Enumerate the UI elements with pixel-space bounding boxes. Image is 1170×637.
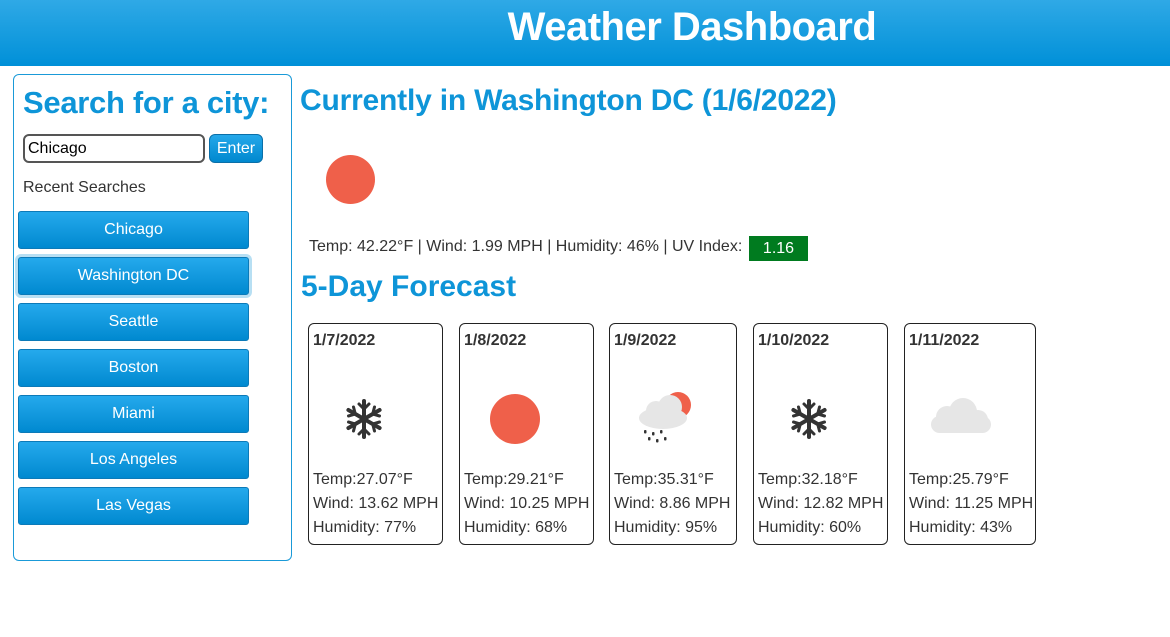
snowflake-icon (309, 390, 442, 446)
forecast-temp: Temp:25.79°F (909, 471, 1009, 488)
recent-city-miami[interactable]: Miami (18, 395, 249, 433)
forecast-date: 1/7/2022 (313, 332, 376, 349)
recent-city-boston[interactable]: Boston (18, 349, 249, 387)
forecast-wind: Wind: 10.25 MPH (464, 495, 590, 512)
forecast-wind: Wind: 8.86 MPH (614, 495, 731, 512)
forecast-card: 1/9/2022 Temp:35.31°F Wind: 8.86 MPH Hum… (609, 323, 737, 545)
recent-city-los-angeles[interactable]: Los Angeles (18, 441, 249, 479)
city-search-input[interactable] (23, 134, 205, 163)
forecast-title: 5-Day Forecast (301, 270, 517, 303)
forecast-humidity: Humidity: 77% (313, 519, 417, 536)
uv-index-badge: 1.16 (749, 236, 808, 261)
forecast-date: 1/9/2022 (614, 332, 677, 349)
forecast-card: 1/11/2022 Temp:25.79°F Wind: 11.25 MPH H… (904, 323, 1036, 545)
forecast-wind: Wind: 12.82 MPH (758, 495, 884, 512)
forecast-date: 1/8/2022 (464, 332, 527, 349)
search-title: Search for a city: (23, 85, 270, 120)
recent-city-chicago[interactable]: Chicago (18, 211, 249, 249)
forecast-temp: Temp:27.07°F (313, 471, 413, 488)
enter-button[interactable]: Enter (209, 134, 263, 163)
current-weather-title: Currently in Washington DC (1/6/2022) (300, 84, 837, 117)
sun-icon (326, 155, 375, 204)
recent-city-seattle[interactable]: Seattle (18, 303, 249, 341)
cloud-icon (905, 390, 1035, 446)
current-weather-stats: Temp: 42.22°F | Wind: 1.99 MPH | Humidit… (309, 238, 743, 255)
recent-searches-label: Recent Searches (23, 179, 146, 196)
forecast-humidity: Humidity: 60% (758, 519, 862, 536)
forecast-date: 1/10/2022 (758, 332, 830, 349)
forecast-humidity: Humidity: 43% (909, 519, 1013, 536)
forecast-humidity: Humidity: 68% (464, 519, 568, 536)
page-header: Weather Dashboard (0, 0, 1170, 66)
sun-icon (460, 390, 593, 446)
forecast-card: 1/8/2022 Temp:29.21°F Wind: 10.25 MPH Hu… (459, 323, 594, 545)
search-sidebar: Search for a city: Enter Recent Searches… (13, 74, 292, 561)
forecast-temp: Temp:29.21°F (464, 471, 564, 488)
forecast-card: 1/7/2022 Temp:27.07°F Wind: 13.62 MPH Hu… (308, 323, 443, 545)
snowflake-icon (754, 390, 887, 446)
forecast-temp: Temp:35.31°F (614, 471, 714, 488)
forecast-wind: Wind: 13.62 MPH (313, 495, 439, 512)
forecast-card: 1/10/2022 Temp:32.18°F Wind: 12.82 MPH H… (753, 323, 888, 545)
page-title: Weather Dashboard (507, 5, 877, 49)
forecast-wind: Wind: 11.25 MPH (909, 495, 1034, 512)
sun-rain-cloud-icon (610, 390, 736, 446)
forecast-date: 1/11/2022 (909, 332, 980, 349)
recent-city-las-vegas[interactable]: Las Vegas (18, 487, 249, 525)
recent-city-washington-dc[interactable]: Washington DC (18, 257, 249, 295)
forecast-temp: Temp:32.18°F (758, 471, 858, 488)
forecast-humidity: Humidity: 95% (614, 519, 718, 536)
